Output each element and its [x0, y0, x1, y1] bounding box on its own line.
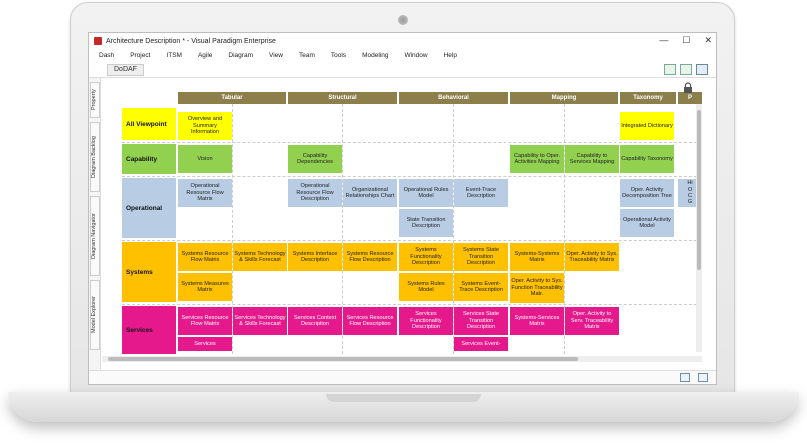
breadcrumb[interactable]: DoDAF [107, 64, 144, 76]
view-sys-functionality-description[interactable]: Systems Functionality Description [399, 243, 453, 271]
view-oper-resource-flow-matrix[interactable]: Operational Resource Flow Matrix [178, 179, 232, 207]
view-oper-activity-sys-function[interactable]: Oper. Activity to Sys. Function Traceabi… [510, 273, 564, 303]
view-oper-resource-flow-description[interactable]: Operational Resource Flow Description [288, 179, 342, 207]
grid-line [122, 142, 702, 143]
app-logo-icon [94, 37, 102, 45]
scroll-thumb[interactable] [108, 357, 578, 361]
view-sys-resource-flow-matrix[interactable]: Systems Resource Flow Matrix [178, 243, 232, 271]
horizontal-scrollbar[interactable] [102, 356, 702, 362]
grid-line [122, 176, 702, 177]
title-bar: Architecture Description * - Visual Para… [89, 33, 716, 49]
menu-team[interactable]: Team [299, 49, 315, 62]
laptop-notch [326, 394, 481, 402]
menu-modeling[interactable]: Modeling [362, 49, 388, 62]
menu-dash[interactable]: Dash [99, 49, 114, 62]
mail-icon[interactable] [680, 373, 690, 382]
col-header-tabular: Tabular [178, 92, 286, 104]
diagram-canvas[interactable]: Tabular Structural Behavioral Mapping Ta… [102, 78, 702, 368]
minimize-button[interactable]: — [659, 35, 668, 46]
tab-diagram-navigator[interactable]: Diagram Navigator [90, 196, 100, 276]
grid-line [122, 304, 702, 305]
view-state-transition-description[interactable]: State Transition Description [399, 209, 453, 237]
camera-icon [398, 15, 408, 25]
view-sys-resource-flow-description[interactable]: Systems Resource Flow Description [343, 243, 397, 271]
view-capability-to-oper-activities[interactable]: Capability to Oper. Activities Mapping [510, 145, 564, 173]
grid-line [122, 240, 702, 241]
col-header-taxonomy: Taxonomy [620, 92, 676, 104]
view-sys-measures-matrix[interactable]: Systems Measures Matrix [178, 273, 232, 301]
status-bar [89, 370, 716, 384]
view-sys-technology-forecast[interactable]: Systems Technology & Skills Forecast [233, 243, 287, 271]
tab-property[interactable]: Property [90, 82, 100, 118]
toggle-panel-icon[interactable] [664, 64, 676, 75]
view-capability-to-services[interactable]: Capability to Services Mapping [565, 145, 619, 173]
view-sys-event-trace[interactable]: Systems Event-Trace Description [454, 273, 508, 301]
view-oper-activity-model[interactable]: Operational Activity Model [620, 209, 674, 237]
layout-icon[interactable] [696, 64, 708, 75]
view-sys-interface-description[interactable]: Systems Interface Description [288, 243, 342, 271]
side-tabs: Property Diagram Backlog Diagram Navigat… [89, 78, 101, 370]
tab-diagram-backlog[interactable]: Diagram Backlog [90, 122, 100, 192]
view-capability-taxonomy[interactable]: Capability Taxonomy [620, 145, 674, 173]
view-systems-systems-matrix[interactable]: Systems-Systems Matrix [510, 243, 564, 271]
lock-icon[interactable] [682, 82, 694, 94]
app-window: Architecture Description * - Visual Para… [88, 32, 717, 385]
row-header-services: Services [122, 306, 176, 354]
col-header-structural: Structural [288, 92, 397, 104]
view-svc-context-description[interactable]: Services Context Description [288, 307, 342, 335]
view-overview-summary[interactable]: Overview and Summary Information [178, 112, 232, 140]
view-org-relationships-chart[interactable]: Organizational Relationships Chart [343, 179, 397, 207]
row-header-capability: Capability [122, 144, 176, 174]
view-oper-activity-decomposition[interactable]: Oper. Activity Decomposition Tree [620, 179, 674, 207]
view-svc-cut[interactable]: Services [178, 337, 232, 351]
menu-agile[interactable]: Agile [198, 49, 212, 62]
scroll-thumb[interactable] [697, 110, 701, 270]
row-header-systems: Systems [122, 242, 176, 302]
view-svc-state-transition[interactable]: Services State Transition Description [454, 307, 508, 335]
view-integrated-dictionary[interactable]: Integrated Dictionary [620, 112, 674, 140]
cut-text: G [687, 199, 693, 206]
col-header-behavioral: Behavioral [399, 92, 508, 104]
view-sys-state-transition[interactable]: Systems State Transition Description [454, 243, 508, 271]
tab-model-explorer[interactable]: Model Explorer [90, 280, 100, 350]
view-vision[interactable]: Vision [178, 145, 232, 173]
menu-window[interactable]: Window [404, 49, 427, 62]
vertical-scrollbar[interactable] [696, 104, 702, 352]
view-event-trace-description[interactable]: Event-Trace Description [454, 179, 508, 207]
menu-bar: Dash Project ITSM Agile Diagram View Tea… [89, 49, 716, 62]
row-header-all-viewpoint: All Viewpoint [122, 108, 176, 140]
view-svc-technology-forecast[interactable]: Services Technology & Skills Forecast [233, 307, 287, 335]
view-sys-rules-model[interactable]: Systems Rules Model [399, 273, 453, 301]
view-oper-rules-model[interactable]: Operational Rules Model [399, 179, 453, 207]
view-svc-resource-flow-matrix[interactable]: Services Resource Flow Matrix [178, 307, 232, 335]
col-header-mapping: Mapping [510, 92, 618, 104]
view-svc-functionality-description[interactable]: Services Functionality Description [399, 307, 453, 335]
view-systems-services-matrix[interactable]: Systems-Services Matrix [510, 307, 564, 335]
menu-diagram[interactable]: Diagram [228, 49, 253, 62]
maximize-button[interactable]: ☐ [682, 35, 690, 46]
view-oper-activity-serv-traceability[interactable]: Oper. Activity to Serv. Traceability Mat… [565, 307, 619, 335]
menu-view[interactable]: View [269, 49, 283, 62]
menu-itsm[interactable]: ITSM [166, 49, 182, 62]
fit-view-icon[interactable] [680, 64, 692, 75]
view-oper-activity-sys-traceability[interactable]: Oper. Activity to Sys. Traceability Matr… [565, 243, 619, 271]
menu-help[interactable]: Help [444, 49, 457, 62]
window-title: Architecture Description * - Visual Para… [106, 37, 276, 45]
menu-project[interactable]: Project [130, 49, 150, 62]
menu-tools[interactable]: Tools [331, 49, 346, 62]
close-button[interactable]: ✕ [704, 35, 712, 46]
document-icon[interactable] [698, 373, 708, 382]
laptop-frame: Architecture Description * - Visual Para… [0, 0, 807, 445]
toolbar: DoDAF [89, 62, 716, 78]
row-header-operational: Operational [122, 178, 176, 238]
view-capability-dependencies[interactable]: Capability Dependencies [288, 145, 342, 173]
view-svc-resource-flow-description[interactable]: Services Resource Flow Description [343, 307, 397, 335]
view-svc-event-cut[interactable]: Services Event- [454, 337, 508, 351]
